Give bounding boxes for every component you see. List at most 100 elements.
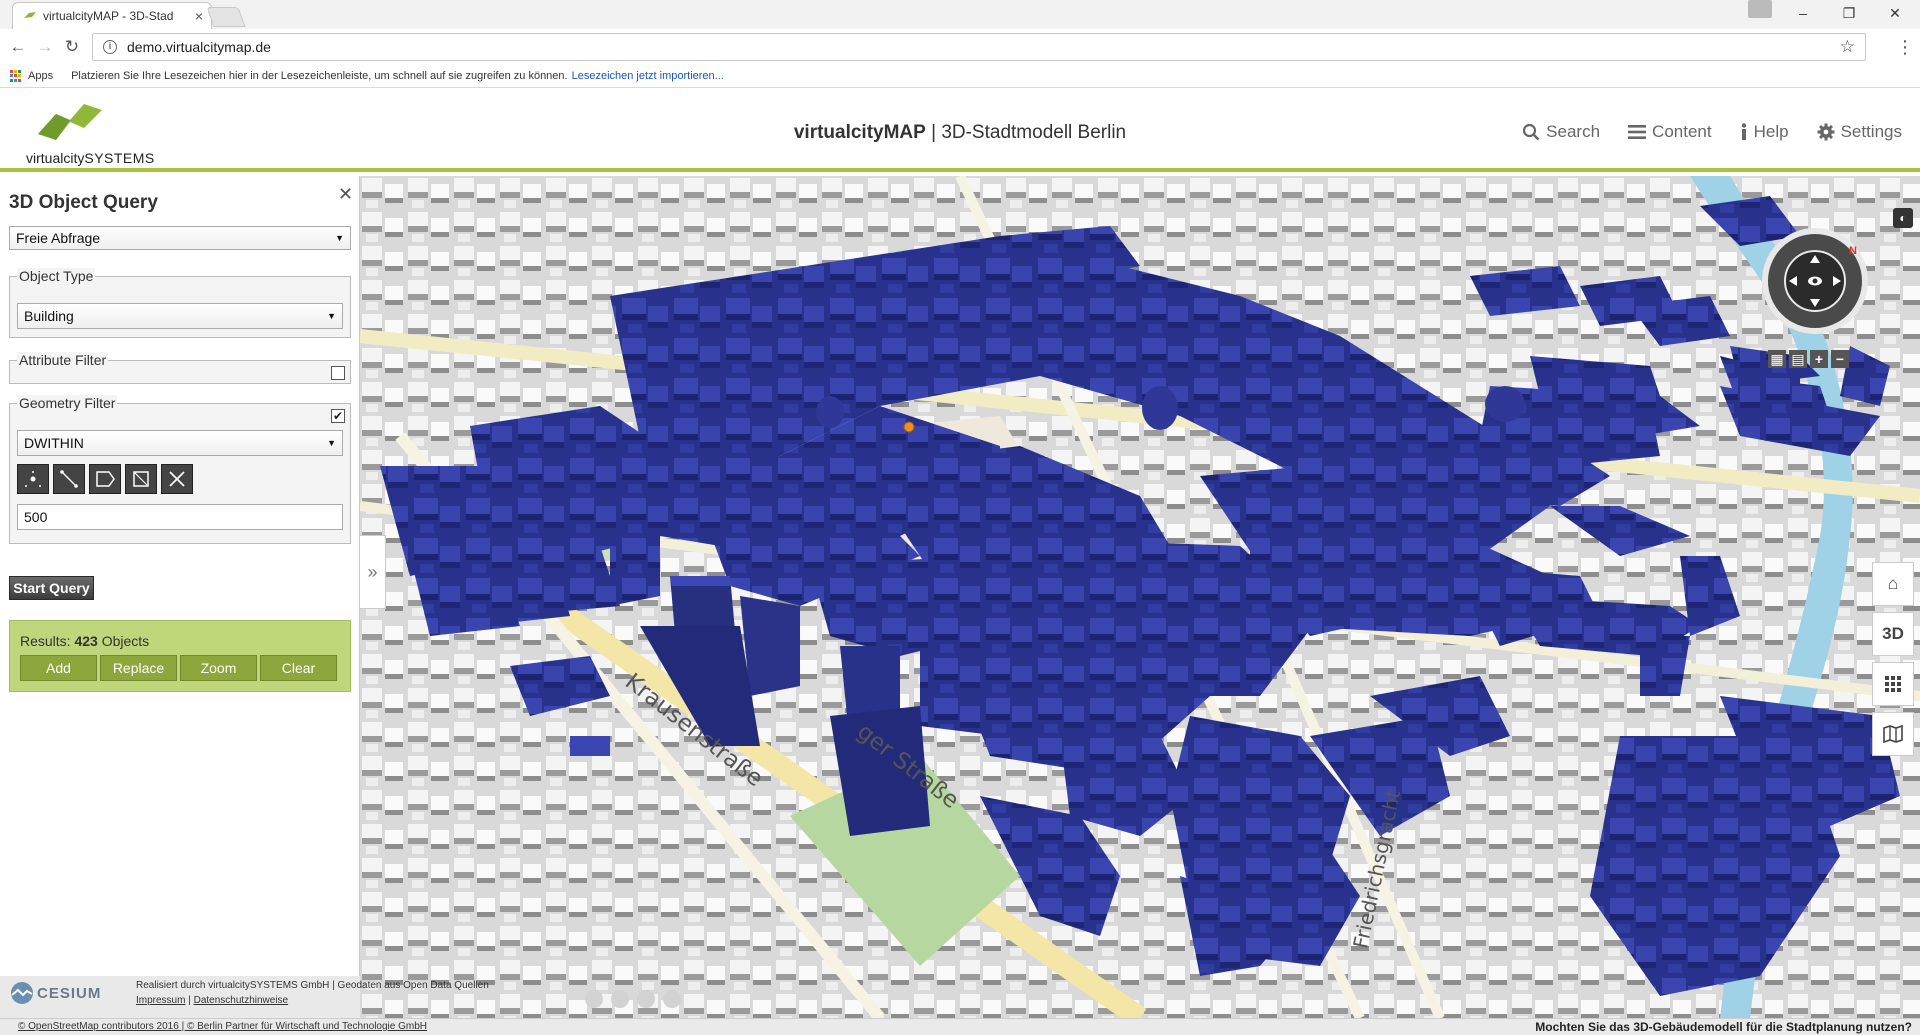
model-usage-prompt[interactable]: Mochten Sie das 3D-Gebäudemodell für die… (1535, 1020, 1912, 1034)
geometry-filter-fieldset: Geometry Filter ✔ DWITHIN ▼ (9, 395, 351, 544)
footer-credit-text: Realisiert durch virtualcitySYSTEMS GmbH… (136, 980, 489, 1006)
zoom-in-button[interactable]: + (1810, 350, 1828, 368)
bookmark-star-icon[interactable]: ☆ (1840, 37, 1855, 57)
search-icon (1523, 123, 1540, 141)
help-nav-button[interactable]: Help (1740, 122, 1789, 142)
results-count: Results: 423 Objects (20, 633, 150, 649)
home-icon: ⌂ (1887, 574, 1899, 593)
attribute-filter-legend: Attribute Filter (17, 352, 109, 368)
linkedin-icon[interactable] (611, 990, 629, 1008)
youtube-icon[interactable] (637, 990, 655, 1008)
browser-tab[interactable]: virtualcityMAP - 3D-Stad × (12, 2, 212, 29)
tab-title: virtualcityMAP - 3D-Stad (43, 9, 174, 23)
start-query-button[interactable]: Start Query (9, 576, 94, 600)
grid-dense-icon[interactable]: ▤ (1789, 350, 1807, 368)
oblique-mode-button[interactable] (1872, 662, 1914, 706)
close-window-button[interactable]: ✕ (1872, 0, 1918, 26)
geometry-filter-checkbox[interactable]: ✔ (331, 409, 345, 423)
top-nav: Search Content Help Settings (1522, 122, 1902, 142)
grid-icon (1885, 676, 1901, 692)
map-zoom-controls: ▦ ▤ + − (1768, 350, 1849, 368)
new-tab-button[interactable] (206, 7, 246, 27)
forward-arrow-icon[interactable]: → (35, 37, 55, 57)
attribute-filter-checkbox[interactable] (331, 366, 345, 380)
gear-icon (1817, 123, 1835, 141)
import-bookmarks-link[interactable]: Lesezeichen jetzt importieren... (572, 70, 724, 82)
zoom-results-button[interactable]: Zoom (180, 655, 257, 681)
header-accent-line (0, 168, 1920, 172)
3d-map-viewport[interactable]: Krausenstraße ger Straße Friedrichsgrach… (360, 176, 1920, 1018)
folded-map-icon (1883, 725, 1903, 743)
panel-close-icon[interactable]: ✕ (338, 184, 353, 205)
apps-link[interactable]: Apps (28, 70, 53, 82)
datenschutz-link[interactable]: Datenschutzhinweise (194, 995, 289, 1006)
brand-name: virtualcitySYSTEMS (26, 150, 155, 166)
dropdown-arrow-icon: ▼ (327, 438, 336, 448)
bookmarks-bar: Apps Platzieren Sie Ihre Lesezeichen hie… (0, 65, 1920, 88)
object-query-panel: 3D Object Query ✕ Freie Abfrage ▼ Object … (0, 176, 360, 976)
fullscreen-icon[interactable]: ◐ (1893, 208, 1913, 228)
panel-collapse-toggle[interactable]: » (360, 535, 386, 609)
geometry-tools (17, 464, 197, 494)
address-bar: ← → ↻ i demo.virtualcitymap.de ☆ ⋮ (0, 29, 1920, 65)
browser-tabstrip: virtualcityMAP - 3D-Stad × – ❐ ✕ (0, 0, 1920, 29)
2d-map-button[interactable] (1872, 712, 1914, 756)
clear-results-button[interactable]: Clear (260, 655, 337, 681)
info-social-icon[interactable] (663, 990, 681, 1008)
zoom-out-button[interactable]: − (1831, 350, 1849, 368)
box-tool-icon[interactable] (125, 464, 157, 494)
object-type-legend: Object Type (17, 268, 96, 284)
query-mode-select[interactable]: Freie Abfrage ▼ (9, 226, 351, 250)
point-tool-icon[interactable] (17, 464, 49, 494)
favicon-icon (24, 12, 36, 18)
clear-tool-icon[interactable] (161, 464, 193, 494)
url-text: demo.virtualcitymap.de (127, 39, 271, 55)
dropdown-arrow-icon: ▼ (327, 311, 336, 321)
results-box: Results: 423 Objects Add Replace Zoom Cl… (9, 620, 351, 692)
attribute-filter-fieldset: Attribute Filter (9, 352, 351, 384)
geometry-operator-select[interactable]: DWITHIN ▼ (17, 430, 343, 456)
search-nav-button[interactable]: Search (1522, 122, 1600, 142)
bookmarks-hint: Platzieren Sie Ihre Lesezeichen hier in … (71, 70, 568, 82)
city-model-scene[interactable] (360, 176, 1920, 1018)
url-field[interactable]: i demo.virtualcitymap.de ☆ (92, 33, 1866, 61)
polygon-tool-icon[interactable] (89, 464, 121, 494)
settings-nav-button[interactable]: Settings (1817, 122, 1902, 142)
back-arrow-icon[interactable]: ← (8, 37, 28, 57)
browser-menu-icon[interactable]: ⋮ (1896, 37, 1914, 58)
object-type-select[interactable]: Building ▼ (17, 303, 343, 329)
apps-grid-icon[interactable] (10, 70, 22, 82)
results-actions: Add Replace Zoom Clear (20, 655, 337, 681)
home-view-button[interactable]: ⌂ (1872, 562, 1914, 606)
cesium-logo[interactable]: CESIUM (10, 981, 101, 1005)
twitter-icon[interactable] (585, 990, 603, 1008)
add-results-button[interactable]: Add (20, 655, 97, 681)
app-header: virtualcitySYSTEMS virtualcityMAP | 3D-S… (0, 88, 1920, 172)
line-tool-icon[interactable] (53, 464, 85, 494)
grid-layer-icon[interactable]: ▦ (1768, 350, 1786, 368)
navigation-compass[interactable]: N (1760, 226, 1870, 341)
object-type-fieldset: Object Type Building ▼ (9, 268, 351, 338)
copyright-link[interactable]: © OpenStreetMap contributors 2016 | © Be… (18, 1021, 427, 1032)
reload-icon[interactable]: ↻ (62, 37, 82, 57)
map-right-toolbar: ⌂ 3D (1872, 562, 1914, 762)
footer-credits: CESIUM Realisiert durch virtualcitySYSTE… (0, 976, 489, 1018)
svg-text:N: N (1849, 245, 1857, 257)
panel-title: 3D Object Query (9, 192, 158, 213)
site-info-icon[interactable]: i (103, 40, 117, 54)
menu-lines-icon (1628, 125, 1647, 139)
minimize-button[interactable]: – (1780, 0, 1826, 26)
compass-icon[interactable]: N (1760, 226, 1870, 336)
distance-input[interactable] (17, 504, 343, 530)
dropdown-arrow-icon: ▼ (335, 233, 344, 243)
profile-icon[interactable] (1748, 0, 1772, 18)
replace-results-button[interactable]: Replace (100, 655, 177, 681)
impressum-link[interactable]: Impressum (136, 995, 185, 1006)
query-center-marker[interactable] (903, 421, 915, 433)
geometry-filter-legend: Geometry Filter (17, 395, 118, 411)
3d-mode-button[interactable]: 3D (1872, 612, 1914, 656)
content-nav-button[interactable]: Content (1628, 122, 1712, 142)
social-icons (585, 990, 681, 1008)
restore-button[interactable]: ❐ (1826, 0, 1872, 26)
tab-close-icon[interactable]: × (195, 8, 203, 24)
